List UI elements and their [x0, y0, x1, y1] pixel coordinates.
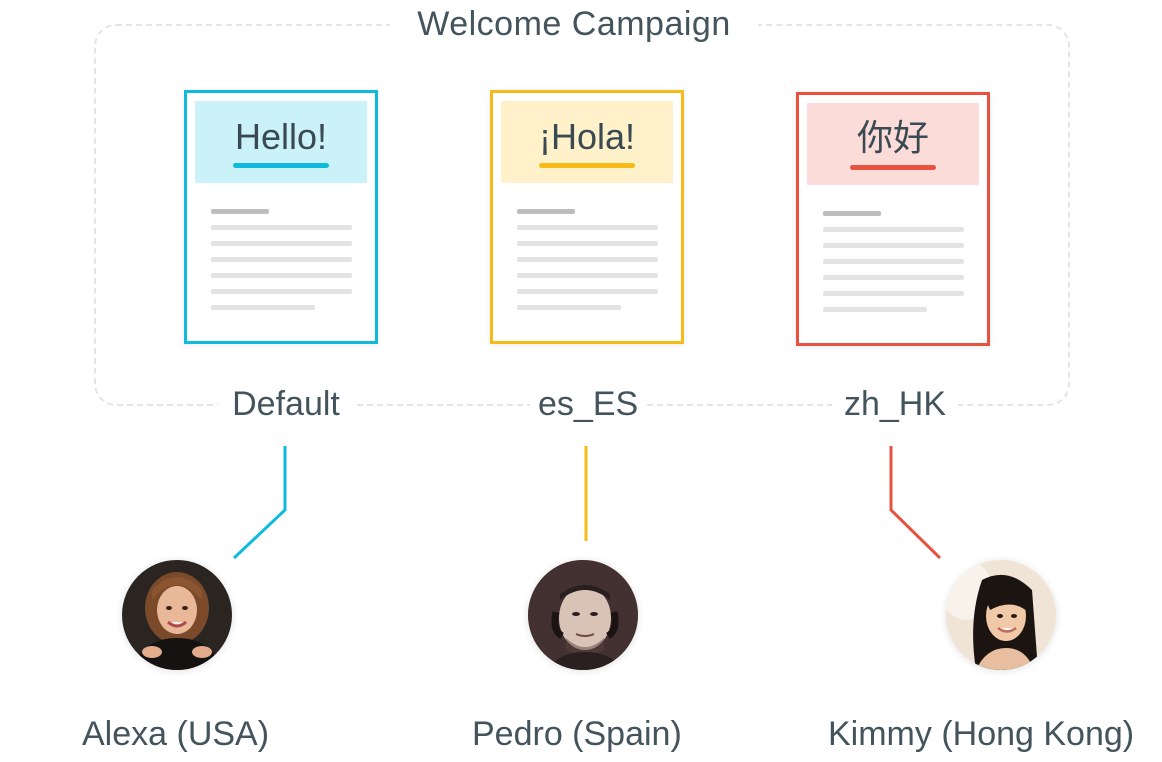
user-name-pedro: Pedro (Spain) [472, 715, 682, 753]
person-photo-icon [122, 560, 232, 670]
person-photo-icon [946, 560, 1056, 670]
connector-zh-hk [889, 446, 942, 560]
person-photo-icon [528, 560, 638, 670]
avatar-alexa [122, 560, 232, 670]
user-name-alexa: Alexa (USA) [82, 715, 270, 753]
avatar-kimmy [946, 560, 1056, 670]
user-name-kimmy: Kimmy (Hong Kong) [828, 715, 1135, 753]
connector-default [232, 446, 287, 560]
avatar-pedro [528, 560, 638, 670]
